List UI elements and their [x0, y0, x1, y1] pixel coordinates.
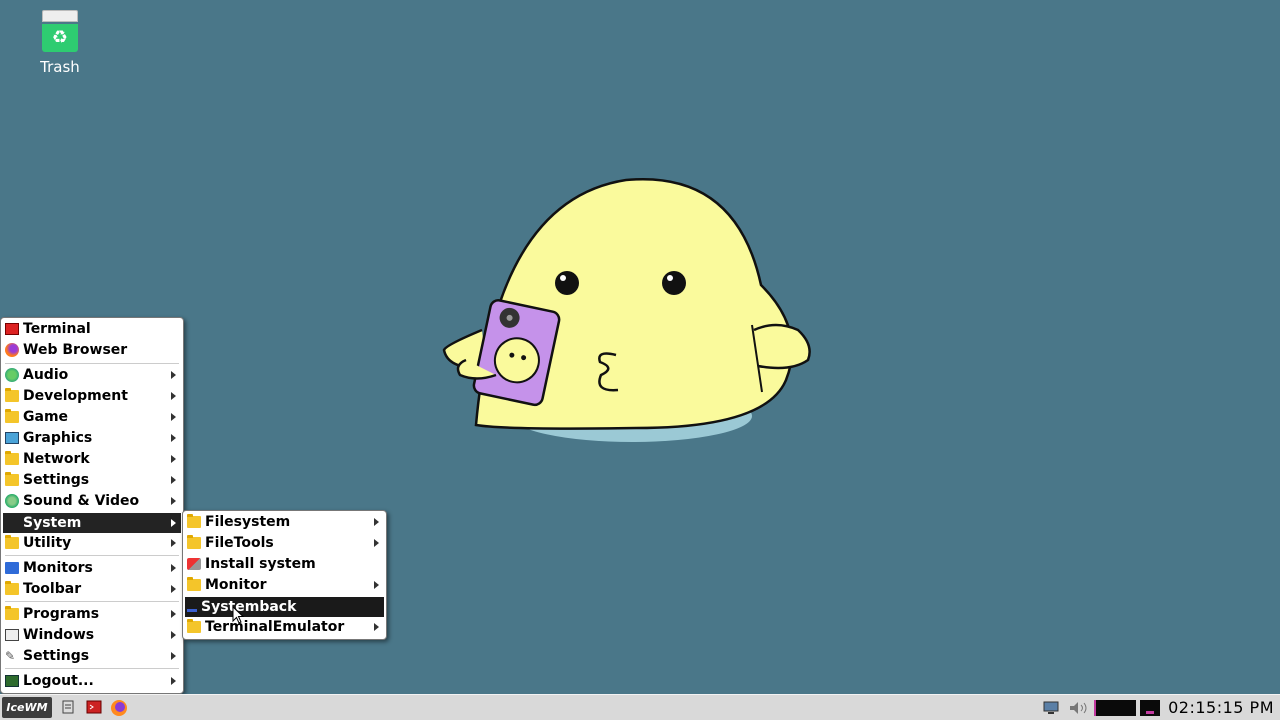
chevron-right-icon	[171, 455, 176, 463]
menu-item-utility[interactable]: Utility	[3, 533, 181, 553]
start-menu: Terminal Web Browser Audio Development G…	[0, 317, 184, 694]
workspace-icon[interactable]	[1140, 700, 1160, 716]
taskbar: IceWM 02:15:15 PM	[0, 694, 1280, 720]
menu-item-network[interactable]: Network	[3, 449, 181, 469]
chevron-right-icon	[171, 519, 176, 527]
menu-item-toolbar[interactable]: Toolbar	[3, 579, 181, 599]
trash-label: Trash	[40, 58, 80, 76]
folder-icon	[5, 451, 19, 465]
programs-icon	[5, 606, 19, 620]
folder-icon	[187, 535, 201, 549]
wallpaper-mascot	[442, 177, 811, 442]
menu-item-sound-video[interactable]: Sound & Video	[3, 491, 181, 511]
chevron-right-icon	[171, 677, 176, 685]
menu-item-settings[interactable]: Settings	[3, 470, 181, 490]
chevron-right-icon	[374, 623, 379, 631]
chevron-right-icon	[171, 371, 176, 379]
submenu-item-monitor[interactable]: Monitor	[185, 575, 384, 595]
menu-item-windows[interactable]: Windows	[3, 625, 181, 645]
folder-icon	[187, 514, 201, 528]
chevron-right-icon	[171, 434, 176, 442]
memory-monitor-icon	[1114, 700, 1136, 716]
windows-icon	[5, 629, 19, 641]
graphics-icon	[5, 432, 19, 444]
menu-item-game[interactable]: Game	[3, 407, 181, 427]
menu-separator	[5, 555, 179, 556]
menu-separator	[5, 601, 179, 602]
chevron-right-icon	[171, 610, 176, 618]
chevron-right-icon	[374, 581, 379, 589]
taskbar-clock[interactable]: 02:15:15 PM	[1168, 698, 1274, 717]
network-icon[interactable]	[1042, 700, 1062, 716]
menu-item-system[interactable]: System	[3, 513, 181, 533]
cpu-monitor-icon	[1094, 700, 1114, 716]
chevron-right-icon	[171, 476, 176, 484]
menu-item-graphics[interactable]: Graphics	[3, 428, 181, 448]
volume-icon[interactable]	[1068, 700, 1090, 716]
file-manager-icon[interactable]	[60, 699, 78, 717]
terminal-icon	[5, 323, 19, 335]
system-icon	[5, 517, 19, 529]
menu-item-monitors[interactable]: Monitors	[3, 558, 181, 578]
folder-icon	[5, 581, 19, 595]
folder-icon	[187, 619, 201, 633]
menu-separator	[5, 668, 179, 669]
menu-item-settings-2[interactable]: ✎ Settings	[3, 646, 181, 666]
folder-icon	[5, 535, 19, 549]
sound-video-icon	[5, 494, 19, 508]
folder-icon	[5, 409, 19, 423]
menu-item-programs[interactable]: Programs	[3, 604, 181, 624]
terminal-launcher-icon[interactable]	[86, 699, 104, 717]
folder-icon	[5, 472, 19, 486]
menu-item-development[interactable]: Development	[3, 386, 181, 406]
firefox-icon	[5, 343, 19, 357]
submenu-item-terminal-emulator[interactable]: TerminalEmulator	[185, 617, 384, 637]
submenu-item-install-system[interactable]: Install system	[185, 554, 384, 574]
trash-icon: ♻	[42, 10, 78, 52]
chevron-right-icon	[171, 539, 176, 547]
chevron-right-icon	[171, 564, 176, 572]
chevron-right-icon	[171, 652, 176, 660]
menu-item-audio[interactable]: Audio	[3, 365, 181, 385]
settings-icon: ✎	[5, 649, 16, 663]
systemback-icon	[187, 608, 197, 612]
chevron-right-icon	[171, 631, 176, 639]
mouse-cursor-icon	[232, 606, 244, 624]
chevron-right-icon	[171, 497, 176, 505]
start-menu-button[interactable]: IceWM	[2, 697, 52, 718]
folder-icon	[5, 388, 19, 402]
chevron-right-icon	[171, 585, 176, 593]
firefox-launcher-icon[interactable]	[110, 699, 128, 717]
chevron-right-icon	[171, 392, 176, 400]
chevron-right-icon	[374, 518, 379, 526]
desktop-icon-trash[interactable]: ♻ Trash	[22, 10, 98, 76]
logout-icon	[5, 675, 19, 687]
menu-separator	[5, 363, 179, 364]
submenu-item-filetools[interactable]: FileTools	[185, 533, 384, 553]
chevron-right-icon	[374, 539, 379, 547]
menu-item-terminal[interactable]: Terminal	[3, 319, 181, 339]
menu-item-logout[interactable]: Logout...	[3, 671, 181, 691]
submenu-item-filesystem[interactable]: Filesystem	[185, 512, 384, 532]
chevron-right-icon	[171, 413, 176, 421]
folder-icon	[187, 577, 201, 591]
submenu-item-systemback[interactable]: Systemback	[185, 597, 384, 617]
system-submenu: Filesystem FileTools Install system Moni…	[182, 510, 387, 640]
install-icon	[187, 558, 201, 570]
desktop: ♻ Trash Terminal Web Browser Audio Devel…	[0, 0, 1280, 694]
monitor-icon	[5, 562, 19, 574]
menu-item-web-browser[interactable]: Web Browser	[3, 340, 181, 360]
audio-icon	[5, 368, 19, 382]
